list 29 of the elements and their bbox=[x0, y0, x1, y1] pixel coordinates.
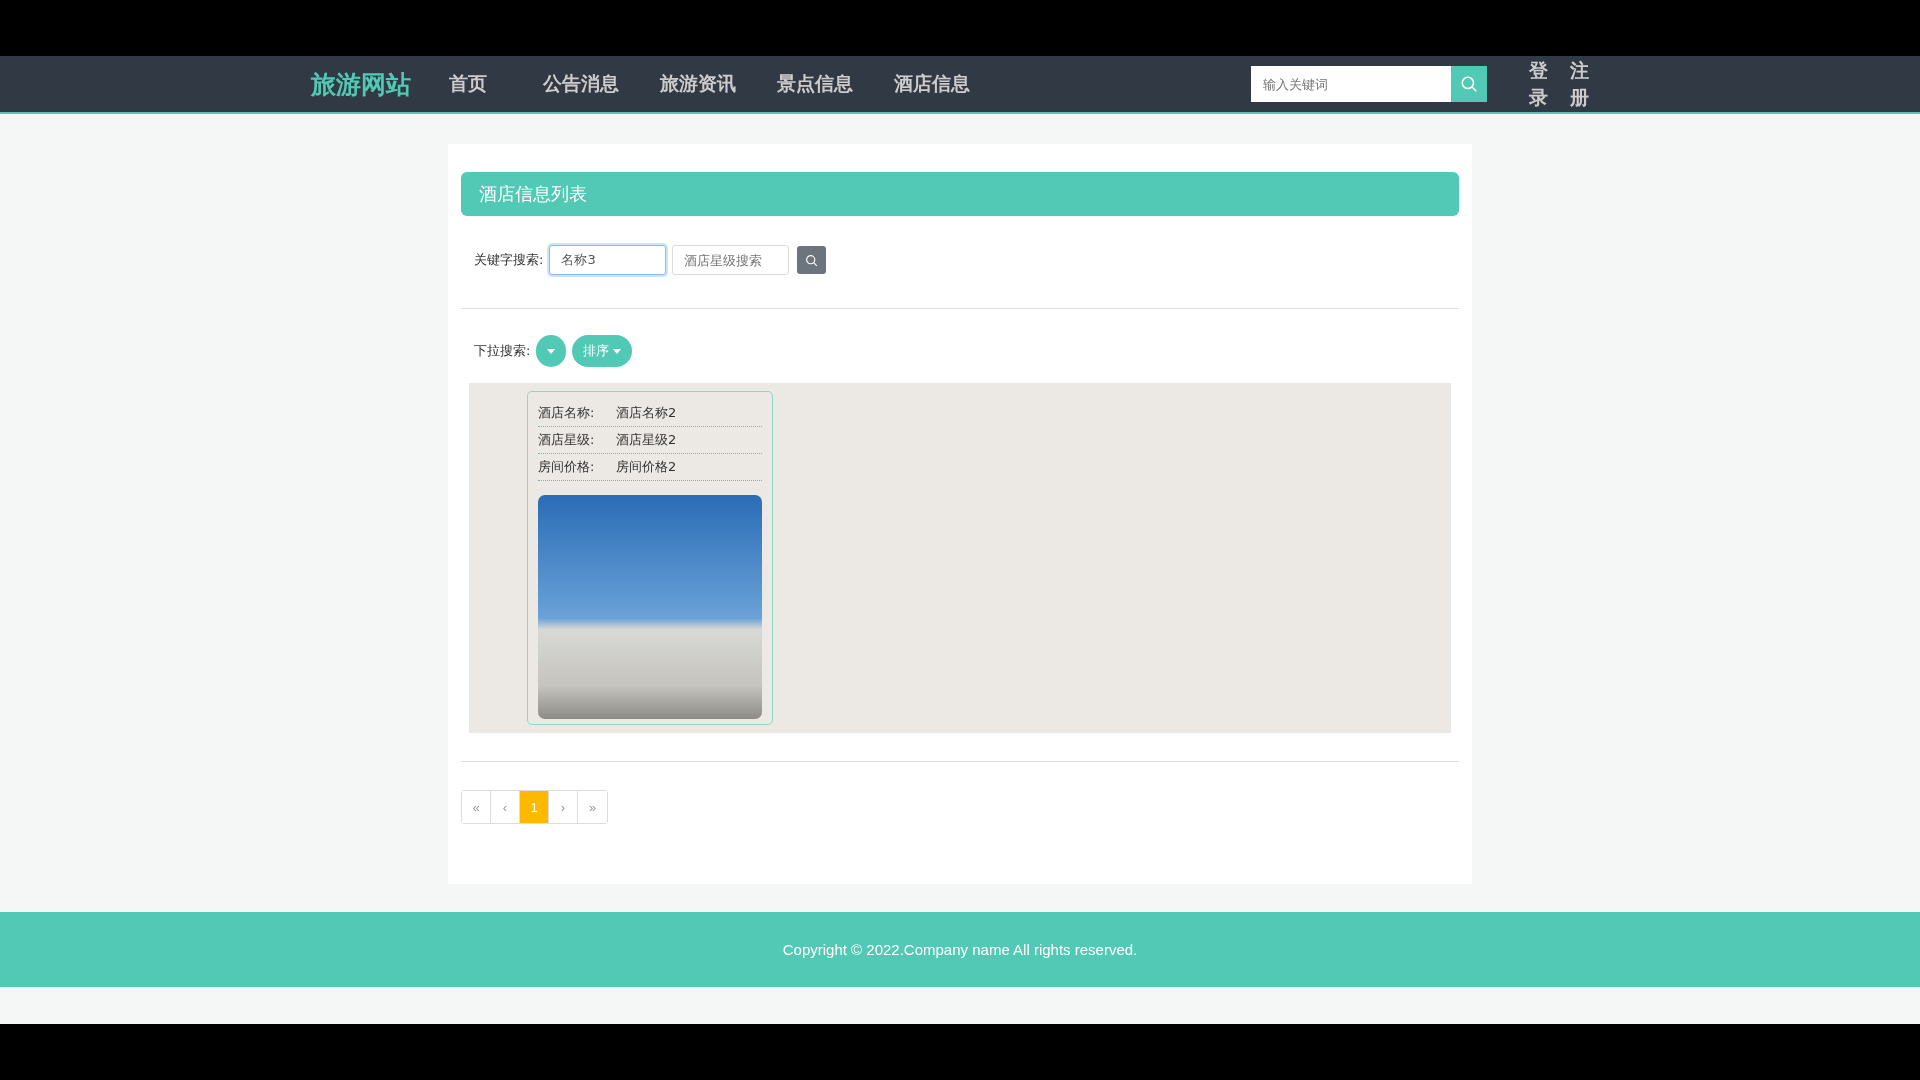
hotel-card[interactable]: 酒店名称: 酒店名称2 酒店星级: 酒店星级2 房间价格: 房间价格2 bbox=[527, 391, 773, 725]
field-value: 酒店星级2 bbox=[616, 431, 677, 449]
search-button[interactable] bbox=[797, 246, 827, 274]
field-label: 酒店名称: bbox=[538, 404, 596, 422]
star-search-field[interactable]: 酒店星级搜索 bbox=[672, 245, 790, 275]
panel-title: 酒店信息列表 bbox=[461, 172, 1459, 216]
field-label: 房间价格: bbox=[538, 458, 596, 476]
search-icon bbox=[805, 253, 819, 267]
nav-link[interactable]: 酒店信息 bbox=[894, 71, 970, 97]
caret-icon bbox=[547, 348, 556, 354]
nav-link[interactable]: 公告消息 bbox=[543, 71, 619, 97]
dropdown-label: 下拉搜索: bbox=[474, 342, 531, 360]
search-field[interactable]: 输入关键词 bbox=[1251, 66, 1451, 102]
search-button[interactable] bbox=[1451, 66, 1487, 102]
field-label: 酒店星级: bbox=[538, 431, 596, 449]
copyright-text: Copyright © 2022.Company name All rights reserved. bbox=[782, 941, 1138, 958]
site-logo[interactable]: 旅游网站 bbox=[311, 67, 411, 101]
nav-link[interactable]: 首页 bbox=[449, 71, 487, 97]
name-search-field[interactable]: 名称3 bbox=[549, 245, 667, 275]
field-value: 房间价格2 bbox=[616, 458, 677, 476]
caret-icon bbox=[613, 348, 622, 354]
nav-link[interactable]: 旅游资讯 bbox=[660, 71, 736, 97]
field-value: 酒店名称2 bbox=[616, 404, 677, 422]
search-icon bbox=[1460, 75, 1478, 93]
register-link[interactable]: 注册 bbox=[1570, 57, 1589, 111]
dropdown-button[interactable] bbox=[536, 335, 567, 367]
nav-link[interactable]: 景点信息 bbox=[777, 71, 853, 97]
keyword-label: 关键字搜索: bbox=[474, 251, 544, 269]
login-link[interactable]: 登录 bbox=[1529, 57, 1548, 111]
